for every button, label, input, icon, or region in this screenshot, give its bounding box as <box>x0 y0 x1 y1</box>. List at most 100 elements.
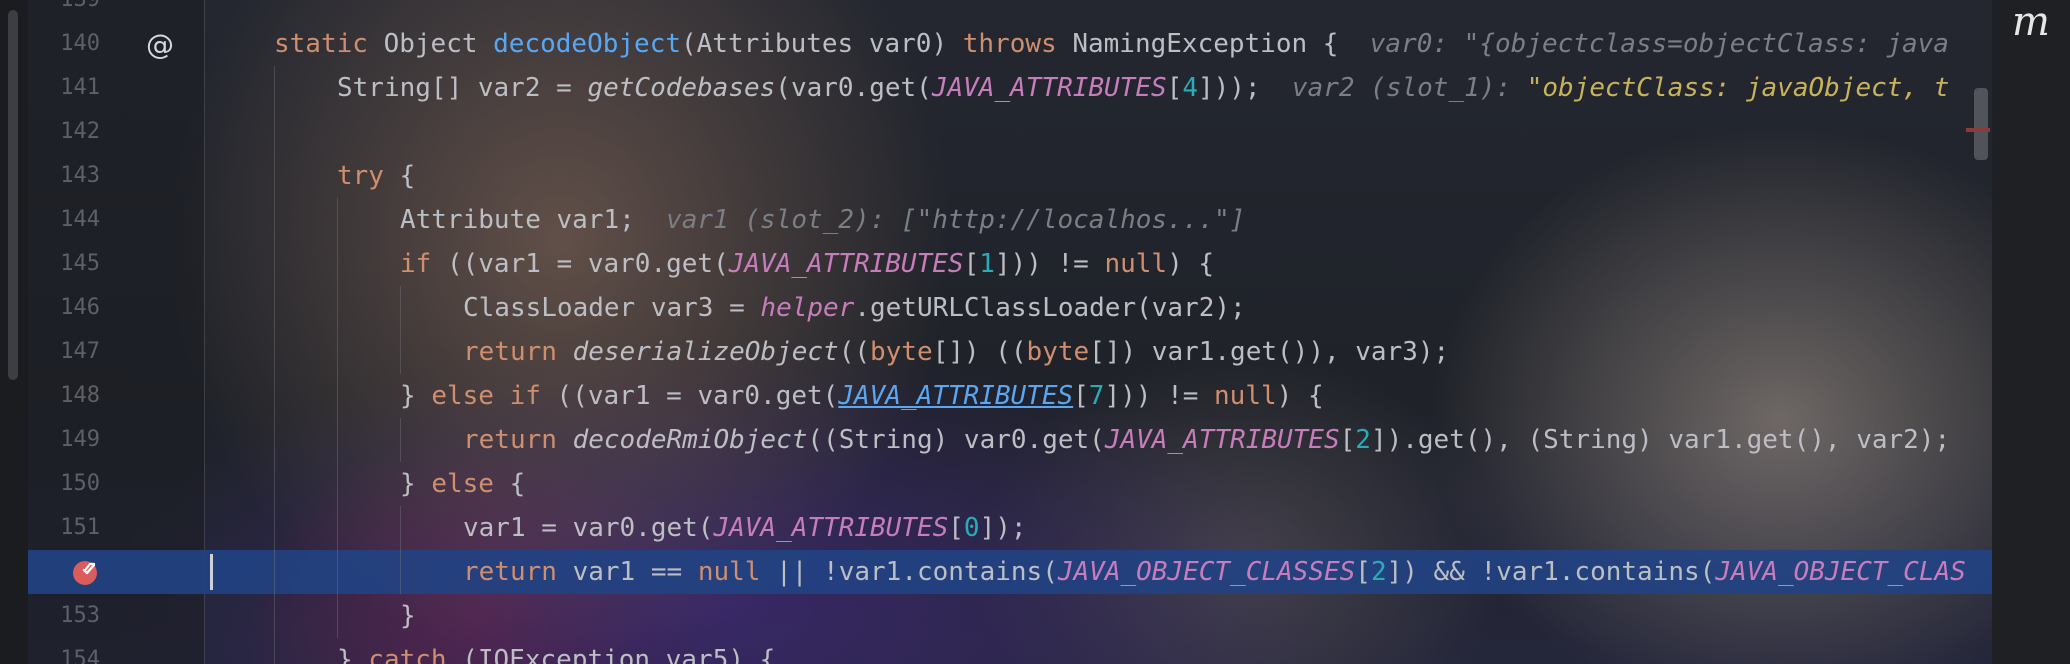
code-text: (var0.get( <box>775 73 932 103</box>
constant: JAVA_ATTRIBUTES <box>728 249 964 279</box>
breakpoint-check-icon[interactable] <box>72 560 98 586</box>
code-text: ]); <box>979 513 1027 543</box>
line-number: 141 <box>60 75 100 100</box>
code-line-150[interactable]: } else { <box>400 462 525 506</box>
code-text: var1 = var0.get( <box>463 513 714 543</box>
line-number: 148 <box>60 383 100 408</box>
line-number: 139 <box>0 0 100 22</box>
indent-guide <box>400 418 401 462</box>
line-number: 145 <box>60 251 100 276</box>
method-params: (Attributes var0) <box>681 29 948 59</box>
code-text: [ <box>1166 73 1183 103</box>
code-line-154[interactable]: } catch (IOException var5) { <box>337 638 775 664</box>
code-line-146[interactable]: ClassLoader var3 = helper.getURLClassLoa… <box>463 286 1246 330</box>
code-text: [ <box>1339 425 1356 455</box>
method-call: decodeRmiObject <box>572 425 808 455</box>
code-text: } <box>400 381 432 411</box>
code-text: .getURLClassLoader(var2); <box>854 293 1246 323</box>
code-line-151[interactable]: var1 = var0.get(JAVA_ATTRIBUTES[0]); <box>463 506 1027 550</box>
throws-keyword: throws <box>962 29 1057 59</box>
code-line-140[interactable]: static Object decodeObject(Attributes va… <box>274 22 1949 66</box>
constant-link[interactable]: JAVA_ATTRIBUTES <box>838 381 1073 411</box>
code-line-144[interactable]: Attribute var1; var1 (slot_2): ["http://… <box>400 198 1245 242</box>
code-editor[interactable]: 139 140 141 142 143 144 145 146 147 148 … <box>0 0 2070 664</box>
code-line-149[interactable]: return decodeRmiObject((String) var0.get… <box>463 418 1950 462</box>
code-text: ) { <box>1276 381 1324 411</box>
constant: JAVA_OBJECT_CLAS <box>1715 557 1966 587</box>
editor-scrollbar-thumb[interactable] <box>1974 88 1988 160</box>
code-text: ((String) var0.get( <box>807 425 1105 455</box>
code-text: [ <box>1073 381 1089 411</box>
code-line-153[interactable]: } <box>400 594 416 638</box>
inline-debug-label[interactable]: var2 (slot_1): <box>1292 73 1511 103</box>
inline-debug-value[interactable]: "objectClass: javaObject, t <box>1527 73 1950 103</box>
inline-debug-value[interactable]: var0: "{objectclass=objectClass: java <box>1370 29 1949 59</box>
code-text: []) (( <box>932 337 1027 367</box>
if-keyword: if <box>400 249 432 279</box>
code-text: ((var1 = var0.get( <box>431 249 729 279</box>
code-text: { <box>493 469 526 499</box>
code-text: ]) && !var1.contains( <box>1386 557 1716 587</box>
code-line-143[interactable]: try { <box>337 154 415 198</box>
byte-keyword: byte <box>1026 337 1090 367</box>
exception-type: NamingException { <box>1072 29 1339 59</box>
text-caret <box>210 554 213 590</box>
code-text: || !var1.contains( <box>760 557 1058 587</box>
null-keyword: null <box>697 557 761 587</box>
line-number: 150 <box>60 471 100 496</box>
constant: JAVA_ATTRIBUTES <box>1104 425 1340 455</box>
static-keyword: static <box>274 29 368 59</box>
line-number: 143 <box>60 163 100 188</box>
at-sign-icon[interactable]: @ <box>146 31 174 59</box>
return-keyword: return <box>463 337 557 367</box>
code-text: ClassLoader var3 = <box>463 293 761 323</box>
number-literal: 0 <box>963 513 980 543</box>
code-text: []) var1.get()), var3); <box>1089 337 1450 367</box>
plugin-logo-icon[interactable]: m <box>2012 0 2050 44</box>
code-line-148[interactable]: } else if ((var1 = var0.get(JAVA_ATTRIBU… <box>400 374 1324 418</box>
else-keyword: else <box>431 381 494 411</box>
number-literal: 1 <box>979 249 995 279</box>
code-text: ) { <box>1167 249 1215 279</box>
line-number: 144 <box>60 207 100 232</box>
indent-guide <box>274 66 275 664</box>
line-number: 154 <box>60 647 100 664</box>
inline-debug-value[interactable]: var1 (slot_2): ["http://localhos..."] <box>666 205 1245 235</box>
code-text: [ <box>948 513 964 543</box>
code-text: [ <box>963 249 980 279</box>
number-literal: 4 <box>1182 73 1198 103</box>
line-number: 146 <box>60 295 100 320</box>
code-text: var1 == <box>556 557 698 587</box>
return-keyword: return <box>463 425 557 455</box>
code-text: } <box>337 645 369 664</box>
code-text: ])) != <box>994 249 1105 279</box>
number-literal: 7 <box>1088 381 1105 411</box>
null-keyword: null <box>1104 249 1168 279</box>
indent-guide <box>337 198 338 638</box>
code-text: { <box>383 161 416 191</box>
try-keyword: try <box>337 161 384 191</box>
method-call: getCodebases <box>587 73 776 103</box>
code-line-147[interactable]: return deserializeObject((byte[]) ((byte… <box>463 330 1449 374</box>
code-text: ((var1 = var0.get( <box>540 381 839 411</box>
constant: JAVA_ATTRIBUTES <box>931 73 1167 103</box>
number-literal: 2 <box>1355 425 1371 455</box>
line-number: 140 <box>60 31 100 56</box>
error-stripe-marker[interactable] <box>1966 128 1990 132</box>
method-name[interactable]: decodeObject <box>493 29 681 59</box>
if-keyword: if <box>509 381 541 411</box>
indent-guide <box>400 286 401 374</box>
code-line-145[interactable]: if ((var1 = var0.get(JAVA_ATTRIBUTES[1])… <box>400 242 1214 286</box>
code-line-152[interactable]: return var1 == null || !var1.contains(JA… <box>463 550 1966 594</box>
code-text: } <box>400 469 432 499</box>
return-type: Object <box>383 29 478 59</box>
code-text: ]).get(), (String) var1.get(), var2); <box>1370 425 1951 455</box>
indent-guide <box>400 506 401 594</box>
constant: JAVA_OBJECT_CLASSES <box>1057 557 1356 587</box>
constant: JAVA_ATTRIBUTES <box>713 513 949 543</box>
catch-keyword: catch <box>368 645 447 664</box>
null-keyword: null <box>1214 381 1277 411</box>
code-text: String[] var2 = <box>337 73 588 103</box>
code-line-141[interactable]: String[] var2 = getCodebases(var0.get(JA… <box>337 66 1949 110</box>
line-number: 142 <box>60 119 100 144</box>
